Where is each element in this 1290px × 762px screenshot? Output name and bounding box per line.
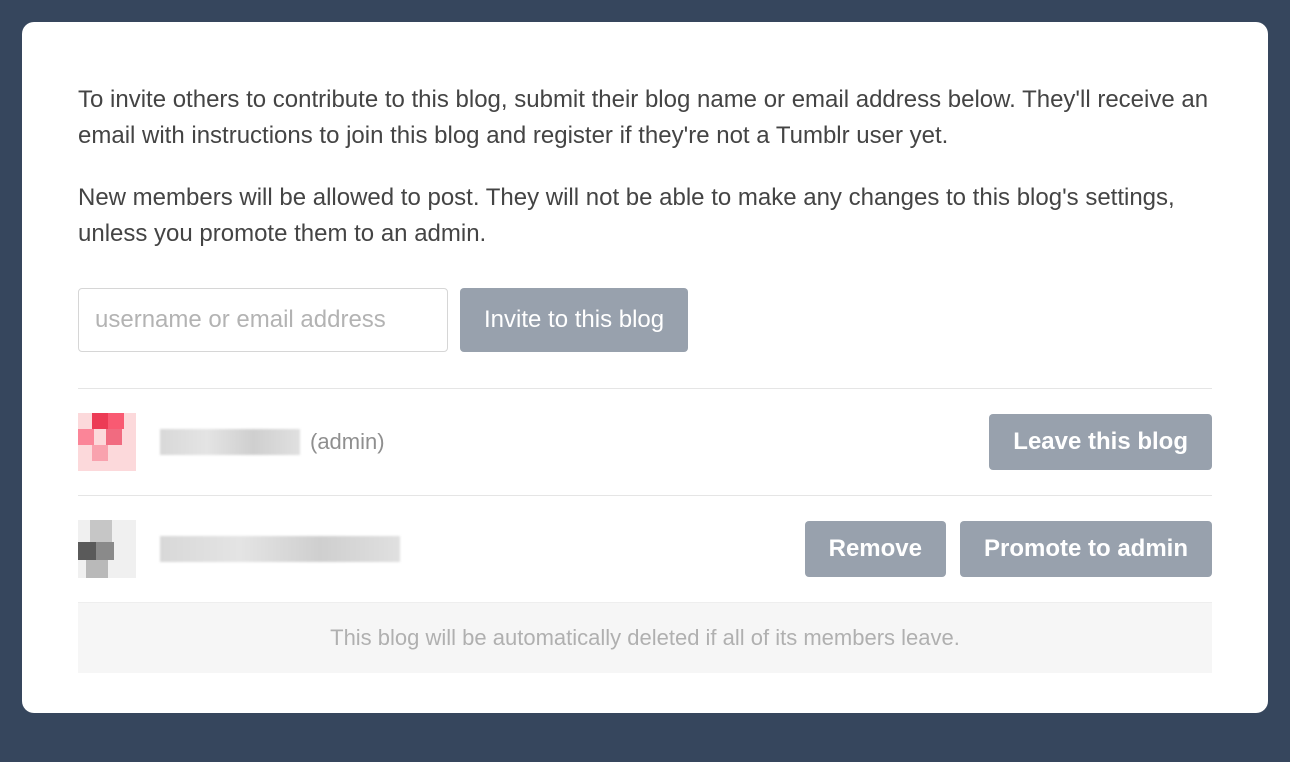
avatar bbox=[78, 520, 136, 578]
member-actions: Remove Promote to admin bbox=[805, 521, 1212, 577]
member-name bbox=[160, 536, 805, 562]
intro-paragraph-1: To invite others to contribute to this b… bbox=[78, 82, 1212, 154]
member-name: (admin) bbox=[160, 429, 989, 455]
footer-note: This blog will be automatically deleted … bbox=[78, 602, 1212, 673]
role-label: (admin) bbox=[310, 429, 385, 455]
member-username-redacted bbox=[160, 429, 300, 455]
avatar bbox=[78, 413, 136, 471]
invite-button[interactable]: Invite to this blog bbox=[460, 288, 688, 352]
member-actions: Leave this blog bbox=[989, 414, 1212, 470]
members-settings-card: To invite others to contribute to this b… bbox=[22, 22, 1268, 713]
leave-blog-button[interactable]: Leave this blog bbox=[989, 414, 1212, 470]
remove-member-button[interactable]: Remove bbox=[805, 521, 946, 577]
intro-paragraph-2: New members will be allowed to post. The… bbox=[78, 180, 1212, 252]
member-username-redacted bbox=[160, 536, 400, 562]
invite-input[interactable] bbox=[78, 288, 448, 352]
invite-row: Invite to this blog bbox=[78, 288, 1212, 352]
member-row-admin: (admin) Leave this blog bbox=[78, 388, 1212, 495]
member-row: Remove Promote to admin bbox=[78, 495, 1212, 602]
promote-admin-button[interactable]: Promote to admin bbox=[960, 521, 1212, 577]
